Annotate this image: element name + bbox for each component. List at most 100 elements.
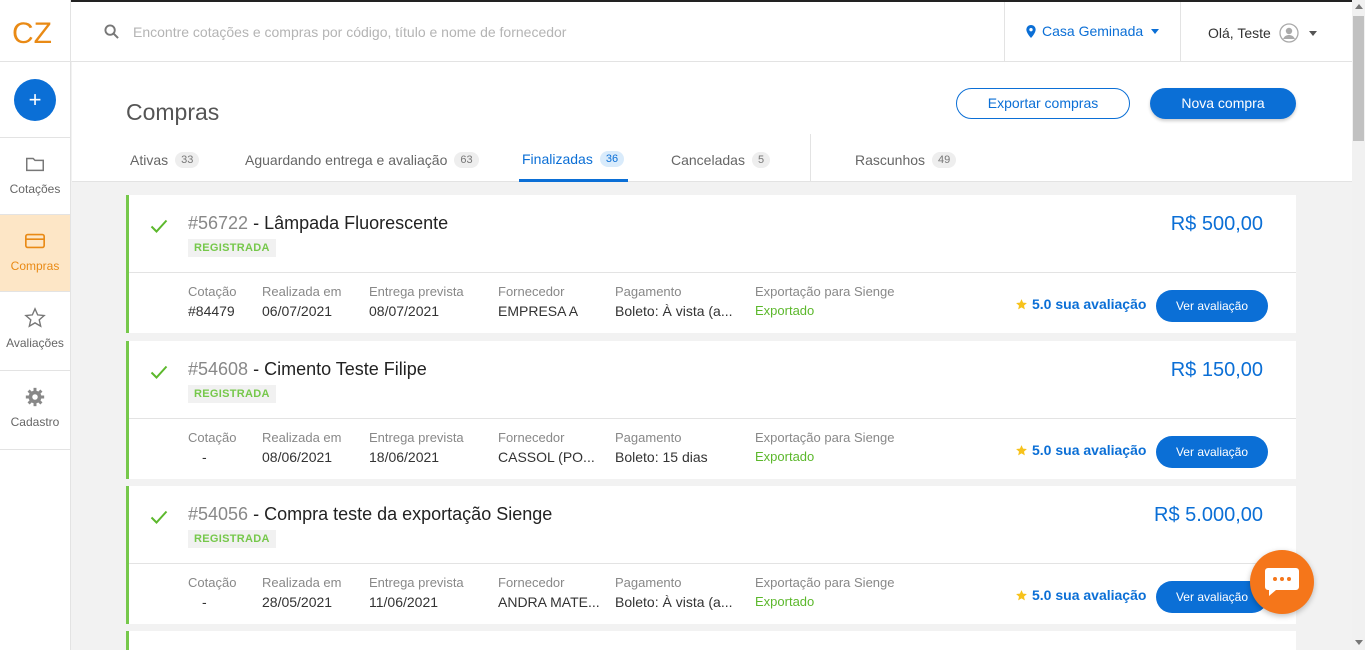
divider xyxy=(129,418,1296,419)
chat-bubble-icon xyxy=(1265,568,1299,596)
view-rating-button[interactable]: Ver avaliação xyxy=(1156,436,1268,468)
field-value: Boleto: À vista (a... xyxy=(615,303,733,319)
purchase-title[interactable]: #54608 - Cimento Teste Filipe xyxy=(188,359,427,380)
logo[interactable]: CZ xyxy=(12,16,58,48)
field-label: Pagamento xyxy=(615,284,682,299)
field-label: Fornecedor xyxy=(498,575,565,590)
tab-label: Rascunhos xyxy=(855,152,926,168)
field-label: Realizada em xyxy=(262,575,342,590)
field-fornecedor: Fornecedor CASSOL (PO... xyxy=(498,430,595,465)
field-realizada: Realizada em 28/05/2021 xyxy=(262,575,342,610)
purchase-card[interactable]: #54056 - Compra teste da exportação Sien… xyxy=(126,486,1296,624)
sidebar-item-cadastro[interactable]: Cadastro xyxy=(0,370,70,447)
check-icon xyxy=(150,365,168,379)
search-input[interactable] xyxy=(133,20,933,44)
field-label: Fornecedor xyxy=(498,284,565,299)
check-icon xyxy=(150,219,168,233)
location-selector[interactable]: Casa Geminada xyxy=(1026,23,1160,39)
field-value: - xyxy=(202,449,207,465)
field-value: 28/05/2021 xyxy=(262,594,333,610)
field-entrega: Entrega prevista 08/07/2021 xyxy=(369,284,464,319)
view-rating-button[interactable]: Ver avaliação xyxy=(1156,290,1268,322)
rating-text: 5.0 sua avaliação xyxy=(1032,587,1147,603)
tab-finalizadas[interactable]: Finalizadas 36 xyxy=(519,150,629,182)
field-value: Boleto: À vista (a... xyxy=(615,594,733,610)
field-label: Exportação para Sienge xyxy=(755,430,895,445)
field-label: Pagamento xyxy=(615,575,682,590)
field-value: Exportado xyxy=(755,594,815,609)
purchase-title[interactable]: #54056 - Compra teste da exportação Sien… xyxy=(188,504,552,525)
divider xyxy=(1004,2,1005,62)
purchase-name: - Lâmpada Fluorescente xyxy=(248,213,449,233)
field-label: Cotação xyxy=(188,430,237,445)
purchase-price: R$ 150,00 xyxy=(1170,359,1263,381)
rating-link[interactable]: 5.0 sua avaliação xyxy=(1015,296,1146,312)
star-filled-icon xyxy=(1016,298,1027,309)
purchase-card[interactable]: #56722 - Lâmpada Fluorescente REGISTRADA… xyxy=(126,195,1296,333)
field-pagamento: Pagamento Boleto: À vista (a... xyxy=(615,575,733,610)
rating-link[interactable]: 5.0 sua avaliação xyxy=(1015,442,1146,458)
divider xyxy=(129,563,1296,564)
chat-button[interactable] xyxy=(1250,550,1314,614)
purchase-number: #56722 xyxy=(188,213,249,233)
tab-count-badge: 36 xyxy=(599,150,625,167)
field-value: 08/07/2021 xyxy=(369,303,440,319)
user-menu[interactable]: Olá, Teste xyxy=(1208,23,1317,43)
scroll-up-arrow-icon[interactable] xyxy=(1355,4,1363,9)
field-exportacao: Exportação para Sienge Exportado xyxy=(755,430,894,464)
divider xyxy=(1180,2,1181,62)
sidebar-item-label: Avaliações xyxy=(6,336,64,350)
tab-rascunhos[interactable]: Rascunhos 49 xyxy=(855,150,957,182)
rating-link[interactable]: 5.0 sua avaliação xyxy=(1015,587,1146,603)
star-filled-icon xyxy=(1016,589,1027,600)
purchase-name: - Compra teste da exportação Sienge xyxy=(248,504,553,524)
check-icon xyxy=(150,510,168,524)
tab-count-badge: 63 xyxy=(454,152,479,168)
add-button[interactable]: + xyxy=(14,79,56,121)
field-value: 06/07/2021 xyxy=(262,303,333,319)
scroll-down-arrow-icon[interactable] xyxy=(1355,640,1363,645)
field-label: Entrega prevista xyxy=(369,284,464,299)
sidebar-item-label: Compras xyxy=(10,259,60,273)
field-pagamento: Pagamento Boleto: 15 dias xyxy=(615,430,708,465)
sidebar-item-avaliacoes[interactable]: Avaliações xyxy=(0,291,70,368)
purchase-card[interactable]: #54608 - Cimento Teste Filipe REGISTRADA… xyxy=(126,341,1296,479)
tab-label: Canceladas xyxy=(671,152,745,168)
field-label: Cotação xyxy=(188,284,237,299)
search-icon xyxy=(104,24,119,39)
new-purchase-button[interactable]: Nova compra xyxy=(1150,88,1296,119)
field-value: Boleto: 15 dias xyxy=(615,449,708,465)
field-label: Exportação para Sienge xyxy=(755,284,895,299)
page-header: Compras Exportar compras Nova compra Ati… xyxy=(72,62,1352,182)
page-title: Compras xyxy=(126,99,220,125)
purchase-name: - Cimento Teste Filipe xyxy=(248,359,427,379)
tab-canceladas[interactable]: Canceladas 5 xyxy=(671,150,771,182)
field-value: #84479 xyxy=(188,303,235,319)
avatar-icon xyxy=(1279,23,1299,43)
purchase-title[interactable]: #56722 - Lâmpada Fluorescente xyxy=(188,213,448,234)
folder-icon xyxy=(26,157,44,172)
card-icon xyxy=(25,233,45,249)
field-cotacao: Cotação #84479 xyxy=(188,284,236,319)
purchase-card[interactable] xyxy=(126,631,1296,650)
page-scrollbar[interactable] xyxy=(1352,0,1365,650)
export-purchases-button[interactable]: Exportar compras xyxy=(956,88,1130,119)
field-fornecedor: Fornecedor EMPRESA A xyxy=(498,284,578,319)
map-pin-icon xyxy=(1026,24,1036,38)
purchase-price: R$ 5.000,00 xyxy=(1154,504,1263,526)
scroll-thumb[interactable] xyxy=(1353,16,1364,141)
sidebar-item-cotacoes[interactable]: Cotações xyxy=(0,137,70,214)
tab-aguardando[interactable]: Aguardando entrega e avaliação 63 xyxy=(245,150,479,182)
field-value: Exportado xyxy=(755,449,815,464)
tab-count-badge: 33 xyxy=(175,152,200,168)
field-label: Fornecedor xyxy=(498,430,565,445)
tab-divider xyxy=(810,134,811,182)
field-cotacao: Cotação - xyxy=(188,575,236,610)
sidebar-item-compras[interactable]: Compras xyxy=(0,214,70,291)
tab-ativas[interactable]: Ativas 33 xyxy=(130,150,200,182)
tab-count-badge: 5 xyxy=(751,152,771,168)
divider xyxy=(0,61,71,62)
field-value: EMPRESA A xyxy=(498,303,579,319)
purchase-number: #54056 xyxy=(188,504,249,524)
field-label: Pagamento xyxy=(615,430,682,445)
